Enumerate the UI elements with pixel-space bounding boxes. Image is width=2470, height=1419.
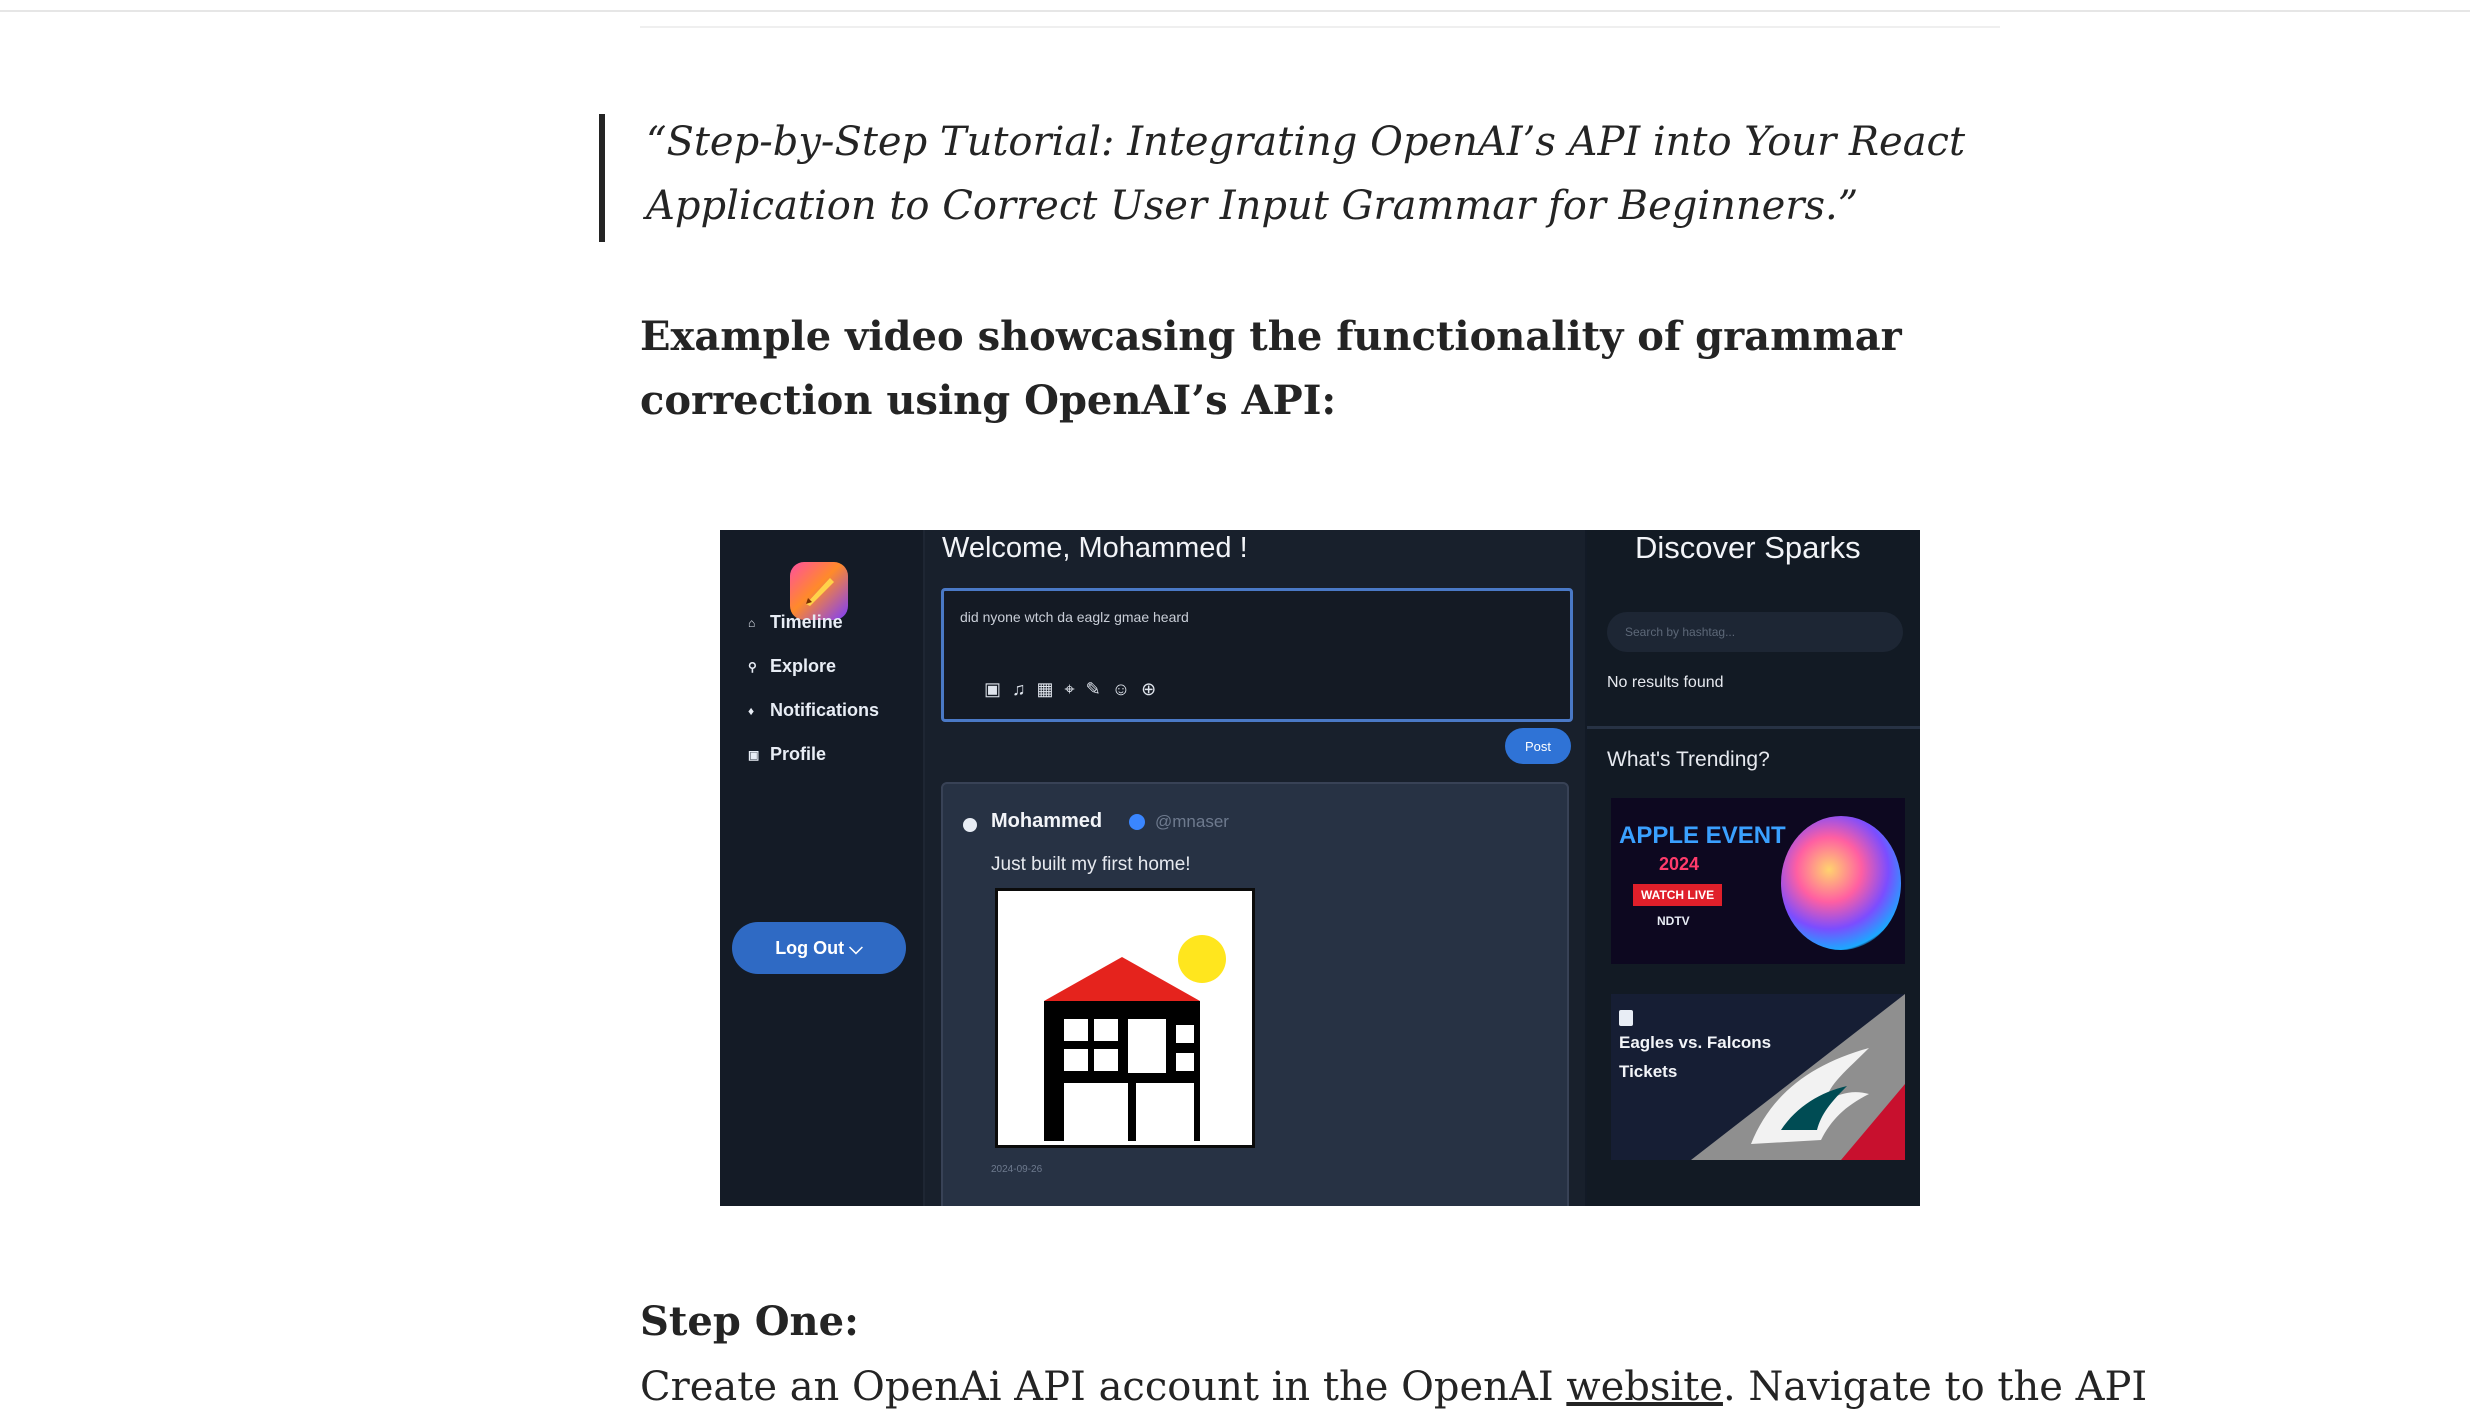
trend-card-apple-event[interactable]: APPLE EVENT 2024 WATCH LIVE NDTV <box>1611 798 1905 964</box>
home-icon: ⌂ <box>748 615 756 630</box>
search-icon: ⚲ <box>748 659 757 674</box>
post-composer[interactable]: did nyone wtch da eaglz gmae heard ▣ ♫ ▦… <box>941 588 1573 722</box>
avatar <box>963 818 977 832</box>
image-icon[interactable]: ▣ <box>984 679 1001 700</box>
app-sidebar: ⌂ Timeline ⚲ Explore ♦ Notifications ▣ P… <box>720 530 925 1206</box>
trending-title: What's Trending? <box>1607 748 1770 771</box>
music-icon[interactable]: ♫ <box>1012 679 1026 700</box>
bell-icon: ♦ <box>748 703 755 718</box>
verified-icon <box>1129 814 1145 830</box>
composer-text: did nyone wtch da eaglz gmae heard <box>960 609 1189 625</box>
discover-title: Discover Sparks <box>1635 530 1861 565</box>
emoji-icon[interactable]: ☺ <box>1112 679 1130 700</box>
trend-card-eagles-falcons[interactable]: Eagles vs. Falcons Tickets <box>1611 994 1905 1160</box>
no-results-text: No results found <box>1607 674 1724 691</box>
trend-year: 2024 <box>1659 854 1700 874</box>
post-author: Mohammed <box>991 810 1103 832</box>
section-heading: Example video showcasing the functionali… <box>640 313 1902 424</box>
sidebar-item-notifications[interactable]: ♦ Notifications <box>748 700 879 721</box>
post-image[interactable] <box>995 888 1255 1148</box>
discover-panel: Discover Sparks Search by hashtag... No … <box>1587 530 1920 1206</box>
sidebar-item-label: Profile <box>770 744 827 764</box>
trend-title: APPLE EVENT <box>1619 822 1786 849</box>
profile-icon: ▣ <box>748 747 760 762</box>
location-icon[interactable]: ⌖ <box>1065 679 1075 700</box>
nfl-logo-icon <box>1619 1010 1633 1026</box>
top-border <box>0 0 2470 12</box>
sidebar-item-timeline[interactable]: ⌂ Timeline <box>748 612 843 633</box>
sidebar-item-label: Notifications <box>770 700 880 720</box>
sidebar-item-label: Timeline <box>770 612 843 632</box>
post-text: Just built my first home! <box>991 854 1191 875</box>
trend-source: NDTV <box>1657 914 1690 928</box>
apple-logo-icon <box>1781 816 1901 950</box>
trend-caption: Eagles vs. Falcons Tickets <box>1619 1028 1771 1086</box>
logout-button[interactable]: Log Out ⌵ <box>732 922 906 974</box>
para-text-end: . Navigate to the API <box>1722 1364 2148 1410</box>
trend-line-2: Tickets <box>1619 1062 1678 1081</box>
globe-icon[interactable]: ⊕ <box>1141 679 1156 700</box>
sidebar-item-profile[interactable]: ▣ Profile <box>748 744 826 765</box>
post-card[interactable]: Mohammed @mnaser Just built my first hom… <box>941 782 1569 1206</box>
divider <box>640 26 2000 28</box>
calendar-icon[interactable]: ▦ <box>1037 679 1054 700</box>
pen-icon[interactable]: ✎ <box>1086 679 1101 700</box>
app-main: Welcome, Mohammed ! did nyone wtch da ea… <box>925 530 1585 1206</box>
post-button[interactable]: Post <box>1505 728 1571 764</box>
composer-toolbar: ▣ ♫ ▦ ⌖ ✎ ☺ ⊕ <box>984 679 1156 700</box>
watch-live-badge: WATCH LIVE <box>1633 884 1723 906</box>
post-handle: @mnaser <box>1155 812 1229 831</box>
demo-video[interactable]: ⌂ Timeline ⚲ Explore ♦ Notifications ▣ P… <box>720 530 1920 1206</box>
welcome-title: Welcome, Mohammed ! <box>942 532 1248 564</box>
sidebar-item-explore[interactable]: ⚲ Explore <box>748 656 836 677</box>
sidebar-item-label: Explore <box>770 656 837 676</box>
step-paragraph: Create an OpenAi API account in the Open… <box>640 1355 2147 1419</box>
step-title: Step One: <box>640 1298 859 1345</box>
para-text: Create an OpenAi API account in the Open… <box>640 1364 1567 1410</box>
post-date: 2024-09-26 <box>991 1164 1043 1175</box>
blockquote-bar <box>599 114 605 242</box>
panel-divider <box>1587 726 1920 729</box>
hashtag-search-input[interactable]: Search by hashtag... <box>1607 612 1903 652</box>
trend-line-1: Eagles vs. Falcons <box>1619 1033 1772 1052</box>
website-link[interactable]: website <box>1566 1364 1723 1410</box>
blockquote: “Step-by-Step Tutorial: Integrating Open… <box>646 119 1966 229</box>
